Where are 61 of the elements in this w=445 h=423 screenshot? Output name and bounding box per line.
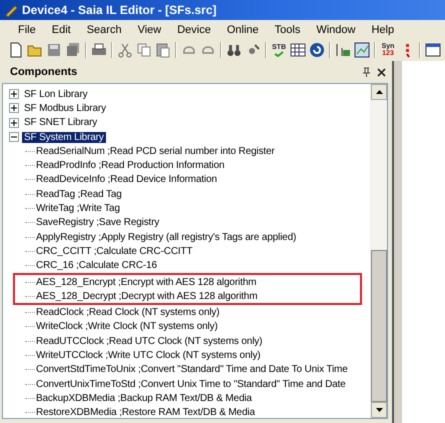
tree-item[interactable]: SF SNET Library: [22, 117, 100, 128]
minus-icon: [11, 134, 17, 140]
save-all-icon[interactable]: [65, 42, 81, 58]
tree-item[interactable]: ReadUTCClock ;Read UTC Clock (NT systems only): [36, 336, 262, 347]
tree-item[interactable]: SF Lon Library: [22, 88, 90, 100]
scissors-icon[interactable]: [117, 42, 133, 58]
window-title: Device4 - Saia IL Editor - [SFs.src]: [22, 3, 217, 17]
copy-icon[interactable]: [136, 42, 152, 58]
collapse-toggle[interactable]: [9, 132, 19, 142]
tree-item[interactable]: ApplyRegistry ;Apply Registry (all registry's Tags are applied): [36, 232, 296, 243]
plus-icon: [11, 91, 17, 98]
window-icon[interactable]: [425, 42, 441, 58]
menu-item[interactable]: View: [130, 24, 170, 36]
binoculars-icon[interactable]: [226, 42, 242, 58]
menu-item[interactable]: Tools: [266, 24, 308, 36]
tree-item[interactable]: ConvertUnixTimeToStd ;Convert Unix Time to "Standard" Time and Date: [36, 378, 346, 390]
expand-toggle[interactable]: [9, 103, 19, 114]
menu-item[interactable]: Window: [308, 24, 364, 36]
panel-title: Components: [10, 66, 78, 78]
tree-item[interactable]: ReadClock ;Read Clock (NT systems only): [36, 307, 220, 318]
menu-item[interactable]: Help: [363, 24, 402, 36]
pen-icon: [4, 3, 18, 17]
tree-item[interactable]: CRC_CCITT ;Calculate CRC-CCITT: [36, 246, 192, 257]
tree-item[interactable]: RestoreXDBMedia ;Restore RAM Text/DB & Media: [36, 407, 255, 418]
tree-item[interactable]: WriteUTCClock ;Write UTC Clock (NT systems only): [36, 350, 260, 361]
scroll-up-icon[interactable]: [376, 90, 382, 94]
paste-icon[interactable]: [155, 42, 171, 58]
tree-item[interactable]: ReadTag ;Read Tag: [36, 188, 122, 200]
print-icon[interactable]: [91, 42, 107, 58]
tree-item[interactable]: CRC_16 ;Calculate CRC-16: [36, 260, 157, 272]
close-icon[interactable]: [377, 68, 386, 76]
plus-icon: [11, 120, 17, 126]
tree-item[interactable]: AES_128_Decrypt ;Decrypt with AES 128 algorithm: [36, 290, 258, 302]
tree-item[interactable]: ReadDeviceInfo ;Read Device Information: [36, 174, 217, 186]
new-file-icon[interactable]: [8, 42, 24, 58]
save-icon[interactable]: [46, 42, 62, 58]
menu-item[interactable]: File: [10, 24, 44, 36]
tree-item[interactable]: ReadSerialNum ;Read PCD serial number into Register: [36, 146, 275, 157]
ladder-icon[interactable]: [335, 42, 351, 58]
menu-item[interactable]: Edit: [44, 24, 79, 36]
tree-item[interactable]: SaveRegistry ;Save Registry: [36, 217, 160, 228]
tree-item[interactable]: SF System Library: [22, 132, 106, 143]
chart-icon[interactable]: [354, 42, 370, 58]
menu-item[interactable]: Search: [78, 24, 130, 36]
expand-toggle[interactable]: [9, 89, 19, 100]
grid-icon[interactable]: [290, 42, 306, 58]
tree-item[interactable]: AES_128_Encrypt ;Encrypt with AES 128 algorithm: [36, 276, 256, 288]
pin-icon[interactable]: [362, 67, 371, 77]
tree-item[interactable]: WriteTag ;Write Tag: [36, 203, 120, 214]
menu-item[interactable]: Device: [169, 24, 219, 36]
tree-item[interactable]: BackupXDBMedia ;Backup RAM Text/DB & Media: [36, 392, 252, 404]
vertical-scrollbar[interactable]: [370, 84, 387, 418]
scroll-thumb[interactable]: [371, 250, 387, 402]
expand-toggle[interactable]: [9, 118, 19, 128]
tree-item[interactable]: ConvertStdTimeToUnix ;Convert "Standard" Time and Date To Unix Time: [36, 364, 348, 376]
tree-item[interactable]: WriteClock ;Write Clock (NT systems only): [36, 321, 218, 332]
menu-item[interactable]: Online: [218, 24, 267, 36]
tree-item[interactable]: SF Modbus Library: [22, 102, 108, 114]
tree-item[interactable]: ReadProdInfo ;Read Production Information: [36, 160, 224, 172]
scroll-down-icon[interactable]: [376, 408, 382, 412]
plus-icon: [11, 105, 17, 112]
